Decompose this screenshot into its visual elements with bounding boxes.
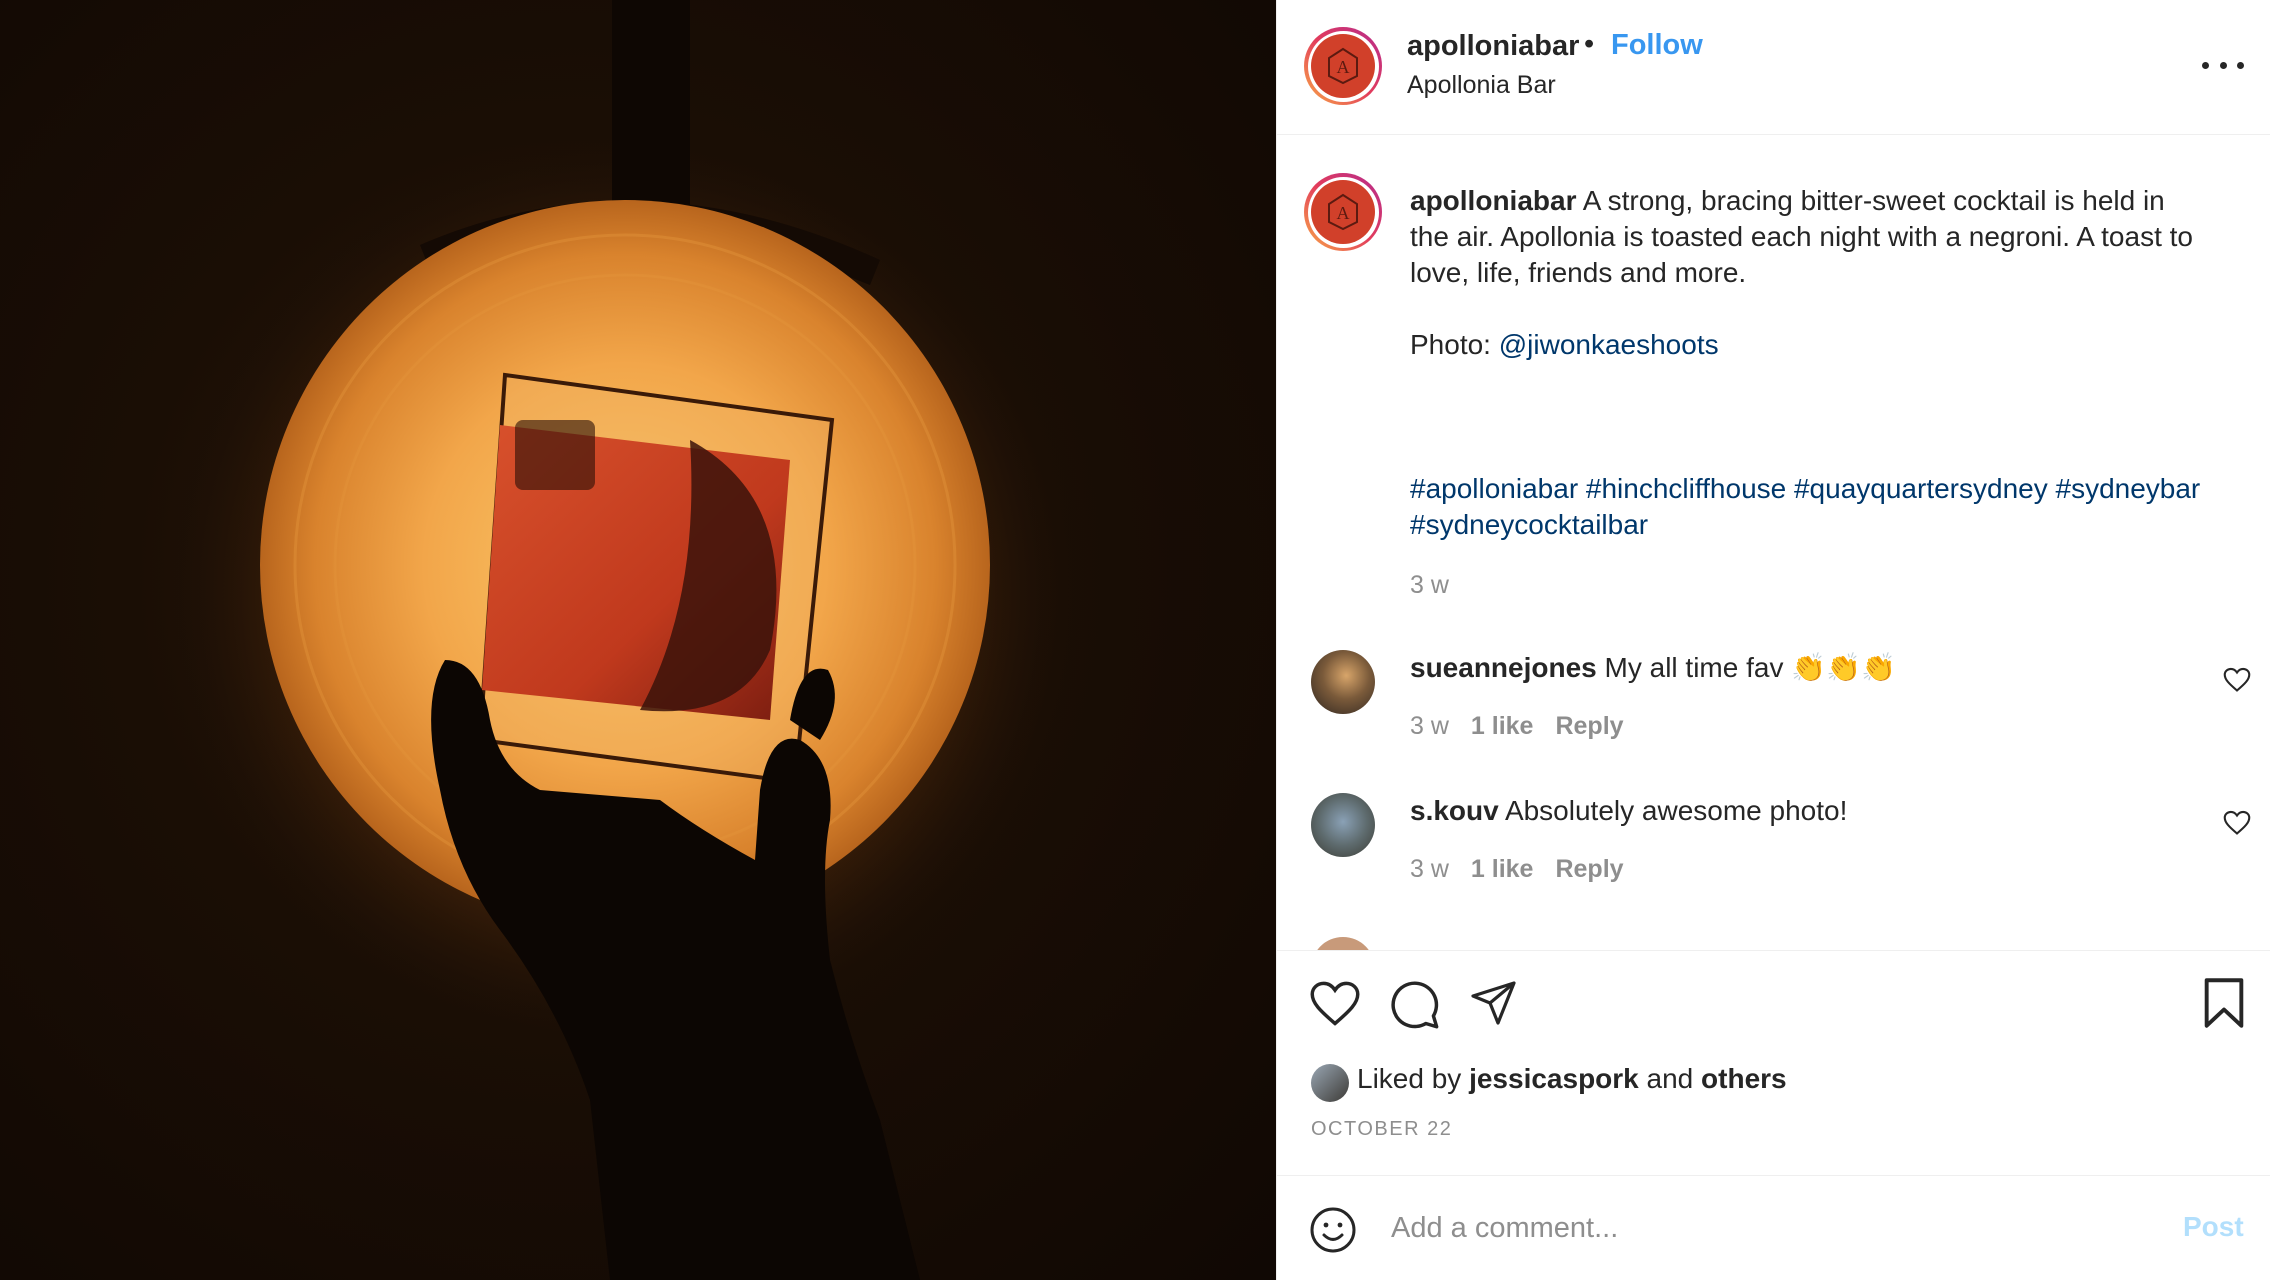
caption-line-1: A strong, bracing bitter-sweet cocktail … [1582,185,2165,216]
caption-avatar[interactable]: A [1304,173,1382,251]
negroni-photo [165,0,1085,1280]
svg-text:A: A [1337,57,1350,77]
separator-dot: • [1584,28,1595,60]
apollonia-logo-icon: A [1311,34,1375,98]
caption-line-2: the air. Apollonia is toasted each night… [1410,221,2193,252]
post-caption: apolloniabar A strong, bracing bitter-sw… [1410,183,2240,603]
action-bar: Liked by jessicaspork and others OCTOBER… [1277,950,2270,1175]
apollonia-logo-icon: A [1311,180,1375,244]
follow-button[interactable]: Follow [1611,29,1703,62]
caption-username[interactable]: apolloniabar [1410,185,1576,216]
share-icon[interactable] [1469,979,1519,1027]
author-avatar[interactable]: A [1304,27,1382,105]
liker-avatar[interactable] [1311,1064,1349,1102]
location-link[interactable]: Apollonia Bar [1407,71,1556,100]
comment-text: My all time fav [1604,652,1784,683]
author-username[interactable]: apolloniabar [1407,30,1579,63]
comment-item: s.kouv Absolutely awesome photo! 3 w 1 li… [1410,793,2170,887]
liked-by-text: Liked by jessicaspork and others [1357,1063,1787,1094]
liker-username[interactable]: jessicaspork [1469,1063,1639,1094]
add-comment-bar: Post [1277,1175,2270,1280]
comment-username[interactable]: s.kouv [1410,795,1499,826]
comment-username[interactable]: sueannejones [1410,652,1597,683]
comment-emoji: 👏👏👏 [1791,652,1896,683]
comment-heart-icon[interactable] [2223,810,2251,836]
reply-button[interactable]: Reply [1555,712,1623,740]
comment-age[interactable]: 3 w [1410,855,1449,883]
hashtags-line-2[interactable]: #sydneycocktailbar [1410,507,2240,543]
bookmark-icon[interactable] [2201,977,2247,1029]
caption-line-3: love, life, friends and more. [1410,257,1747,288]
comment-likes[interactable]: 1 like [1471,855,1534,883]
commenter-avatar[interactable] [1311,937,1375,950]
comment-age[interactable]: 3 w [1410,712,1449,740]
heart-icon[interactable] [1309,979,1361,1029]
comment-heart-icon[interactable] [2223,667,2251,693]
others-link[interactable]: others [1701,1063,1787,1094]
caption-age[interactable]: 3 w [1410,567,2240,603]
post-header: A apolloniabar • Follow Apollonia Bar [1277,0,2270,135]
comment-likes[interactable]: 1 like [1471,712,1534,740]
more-options-icon[interactable] [2202,50,2244,80]
smiley-icon[interactable] [1309,1206,1357,1254]
hashtags-line-1[interactable]: #apolloniabar #hinchcliffhouse #quayquar… [1410,471,2240,507]
post-panel: A apolloniabar • Follow Apollonia Bar A … [1276,0,2270,1280]
reply-button[interactable]: Reply [1555,855,1623,883]
comment-icon[interactable] [1389,978,1441,1030]
photo-credit-link[interactable]: @jiwonkaeshoots [1499,329,1719,360]
svg-text:A: A [1337,203,1350,223]
commenter-avatar[interactable] [1311,650,1375,714]
post-photo[interactable] [0,0,1276,1280]
comments-list[interactable]: A apolloniabar A strong, bracing bitter-… [1277,135,2270,950]
post-comment-button[interactable]: Post [2183,1211,2244,1243]
comment-text: Absolutely awesome photo! [1504,795,1848,826]
photo-credit-prefix: Photo: [1410,329,1499,360]
commenter-avatar[interactable] [1311,793,1375,857]
comment-input[interactable] [1389,1200,2093,1256]
post-date[interactable]: OCTOBER 22 [1311,1118,1452,1141]
comment-item: sueannejones My all time fav 👏👏👏 3 w 1 li… [1410,650,2170,744]
